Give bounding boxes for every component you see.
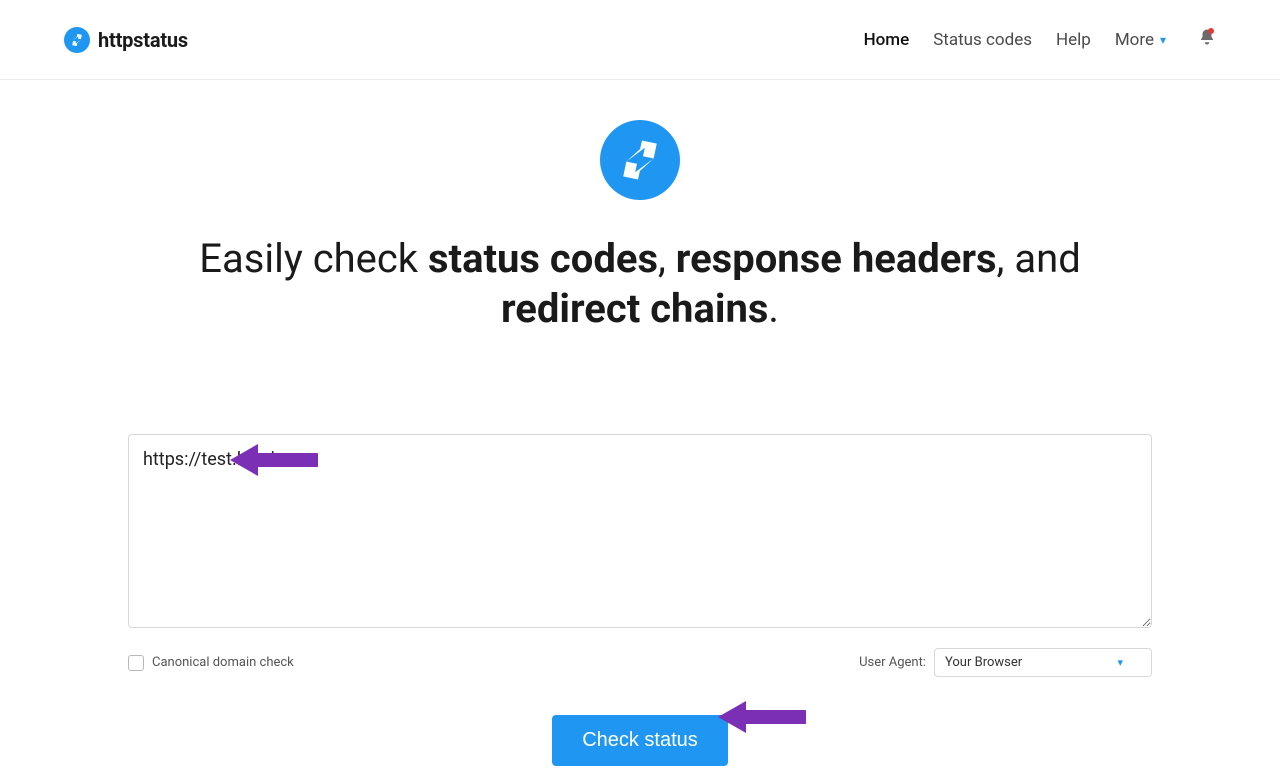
hero-logo-icon <box>600 120 680 200</box>
brand-logo[interactable]: httpstatus <box>64 27 188 53</box>
canonical-check[interactable]: Canonical domain check <box>128 655 294 671</box>
nav-help[interactable]: Help <box>1056 30 1091 50</box>
chevron-down-icon: ▾ <box>1160 33 1166 47</box>
headline-text: Easily check <box>199 235 428 282</box>
nav-more-label: More <box>1115 30 1154 50</box>
headline-text: . <box>768 285 779 332</box>
notifications-button[interactable] <box>1198 28 1216 51</box>
page-headline: Easily check status codes, response head… <box>128 234 1152 334</box>
headline-bold: redirect chains <box>501 285 768 332</box>
brand-name: httpstatus <box>98 28 188 52</box>
headline-text: , <box>658 235 676 282</box>
headline-text: , and <box>997 235 1081 282</box>
chevron-down-icon: ▾ <box>1117 656 1123 669</box>
url-input[interactable] <box>128 434 1152 628</box>
checkbox-icon <box>128 655 144 671</box>
user-agent-selected: Your Browser <box>945 655 1022 670</box>
nav-more[interactable]: More ▾ <box>1115 30 1166 50</box>
headline-bold: response headers <box>676 235 997 282</box>
user-agent-select[interactable]: Your Browser ▾ <box>934 648 1152 677</box>
arrows-icon <box>64 27 90 53</box>
check-status-button[interactable]: Check status <box>552 715 728 766</box>
bell-icon <box>1198 30 1216 51</box>
notification-dot-icon <box>1208 28 1214 34</box>
user-agent-label: User Agent: <box>859 655 926 670</box>
headline-bold: status codes <box>428 235 658 282</box>
canonical-check-label: Canonical domain check <box>152 655 294 670</box>
main-nav: Home Status codes Help More ▾ <box>864 28 1216 51</box>
nav-status-codes[interactable]: Status codes <box>933 30 1032 50</box>
nav-home[interactable]: Home <box>864 30 910 50</box>
